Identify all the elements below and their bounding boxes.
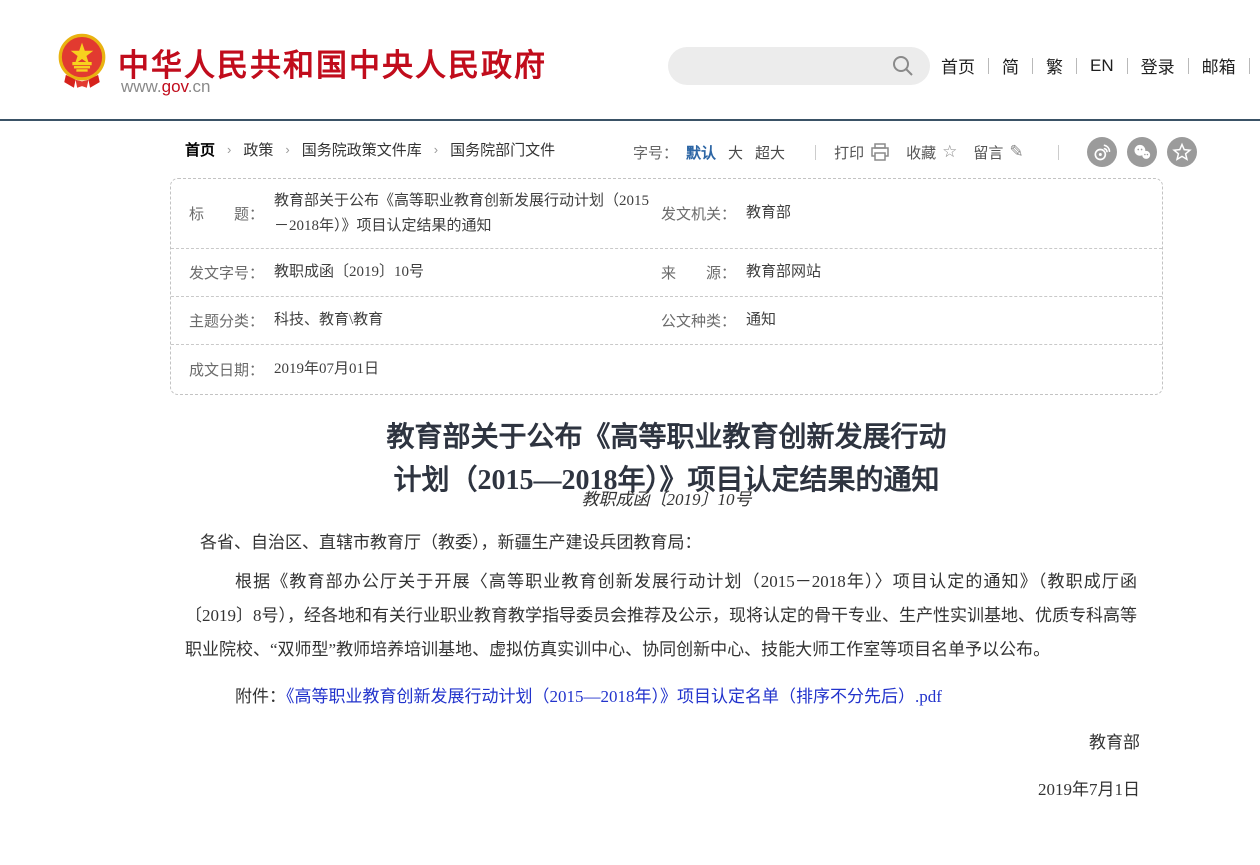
breadcrumb-department-docs[interactable]: 国务院部门文件	[450, 139, 555, 160]
meta-value-category: 科技、教育\教育	[274, 308, 383, 333]
site-header: 中华人民共和国中央人民政府 www.gov.cn 首页 简 繁 EN 登录 邮箱…	[0, 0, 1260, 119]
attachment-line: 附件：《高等职业教育创新发展行动计划（2015—2018年）》项目认定名单（排序…	[185, 682, 1137, 707]
meta-value-source: 教育部网站	[746, 260, 821, 285]
nav-login[interactable]: 登录	[1141, 53, 1175, 78]
meta-label-title: 标 题：	[189, 203, 264, 224]
nav-mail[interactable]: 邮箱	[1202, 53, 1236, 78]
search-icon[interactable]	[892, 55, 914, 77]
article-title-line1: 教育部关于公布《高等职业教育创新发展行动	[170, 416, 1163, 459]
meta-value-title: 教育部关于公布《高等职业教育创新发展行动计划（2015－2018年）》项目认定结…	[274, 189, 661, 239]
article-toolbar: 字号： 默认 大 超大 打印 收藏 ☆ 留言 ✎	[633, 137, 1197, 167]
chevron-right-icon: ›	[434, 142, 438, 157]
favorite-label: 收藏	[906, 142, 936, 163]
national-emblem-logo	[56, 33, 108, 91]
nav-divider	[1076, 58, 1077, 74]
meta-value-issuing-agency: 教育部	[746, 201, 791, 226]
share-weibo-button[interactable]	[1087, 137, 1117, 167]
meta-cell-category: 主题分类： 科技、教育\教育	[189, 308, 661, 333]
meta-cell-source: 来 源： 教育部网站	[661, 260, 1144, 285]
print-button[interactable]: 打印	[834, 142, 890, 163]
comment-label: 留言	[973, 142, 1003, 163]
star-icon: ☆	[942, 142, 957, 162]
nav-english[interactable]: EN	[1090, 56, 1114, 76]
breadcrumb-toolbar-row: 首页 › 政策 › 国务院政策文件库 › 国务院部门文件 字号： 默认 大 超大…	[0, 134, 1260, 166]
meta-value-doc-number: 教职成函〔2019〕10号	[274, 260, 424, 285]
breadcrumb-policy-library[interactable]: 国务院政策文件库	[302, 139, 422, 160]
meta-cell-date: 成文日期： 2019年07月01日	[189, 357, 661, 382]
nav-divider	[988, 58, 989, 74]
meta-cell-issuing-agency: 发文机关： 教育部	[661, 201, 1144, 226]
url-mid: gov	[162, 77, 188, 96]
qzone-star-icon	[1172, 142, 1192, 162]
article-salutation: 各省、自治区、直辖市教育厅（教委），新疆生产建设兵团教育局：	[185, 528, 1137, 553]
chevron-right-icon: ›	[285, 142, 289, 157]
nav-divider	[1249, 58, 1250, 74]
breadcrumb-home[interactable]: 首页	[185, 139, 215, 160]
fontsize-label: 字号：	[633, 142, 678, 163]
nav-traditional[interactable]: 繁	[1046, 53, 1063, 78]
meta-label-doc-type: 公文种类：	[661, 310, 736, 331]
article-date: 2019年7月1日	[170, 775, 1140, 800]
site-url: www.gov.cn	[121, 77, 210, 97]
nav-simplified[interactable]: 简	[1002, 53, 1019, 78]
pencil-icon: ✎	[1009, 142, 1023, 162]
nav-divider	[1127, 58, 1128, 74]
article-main-paragraph: 根据《教育部办公厅关于开展〈高等职业教育创新发展行动计划（2015－2018年）…	[185, 565, 1137, 667]
meta-row-date: 成文日期： 2019年07月01日	[171, 345, 1162, 393]
attachment-pdf-link[interactable]: 《高等职业教育创新发展行动计划（2015—2018年）》项目认定名单（排序不分先…	[286, 687, 942, 706]
meta-label-doc-number: 发文字号：	[189, 262, 264, 283]
meta-row-title: 标 题： 教育部关于公布《高等职业教育创新发展行动计划（2015－2018年）》…	[171, 179, 1162, 249]
toolbar-divider	[1058, 145, 1059, 160]
share-wechat-button[interactable]	[1127, 137, 1157, 167]
meta-row-category: 主题分类： 科技、教育\教育 公文种类： 通知	[171, 297, 1162, 345]
fontsize-default-button[interactable]: 默认	[686, 142, 716, 163]
print-label: 打印	[834, 142, 864, 163]
fontsize-xlarge-button[interactable]: 超大	[755, 142, 785, 163]
fontsize-large-button[interactable]: 大	[728, 142, 743, 163]
top-nav: 首页 简 繁 EN 登录 邮箱 无障碍	[941, 53, 1260, 78]
nav-divider	[1032, 58, 1033, 74]
meta-value-date: 2019年07月01日	[274, 357, 379, 382]
nav-divider	[1188, 58, 1189, 74]
meta-label-category: 主题分类：	[189, 310, 264, 331]
meta-cell-doc-type: 公文种类： 通知	[661, 308, 1144, 333]
url-prefix: www.	[121, 77, 162, 96]
chevron-right-icon: ›	[227, 142, 231, 157]
nav-home[interactable]: 首页	[941, 53, 975, 78]
printer-icon	[870, 143, 890, 161]
meta-cell-doc-number: 发文字号： 教职成函〔2019〕10号	[189, 260, 661, 285]
meta-value-doc-type: 通知	[746, 308, 776, 333]
meta-cell-title: 标 题： 教育部关于公布《高等职业教育创新发展行动计划（2015－2018年）》…	[189, 189, 661, 239]
url-suffix: .cn	[188, 77, 211, 96]
article-doc-number: 教职成函〔2019〕10号	[170, 485, 1163, 510]
article-signer: 教育部	[170, 728, 1140, 753]
document-meta-table: 标 题： 教育部关于公布《高等职业教育创新发展行动计划（2015－2018年）》…	[170, 178, 1163, 395]
weibo-icon	[1092, 142, 1112, 162]
comment-button[interactable]: 留言 ✎	[973, 142, 1023, 163]
breadcrumb: 首页 › 政策 › 国务院政策文件库 › 国务院部门文件	[185, 139, 555, 160]
share-qzone-button[interactable]	[1167, 137, 1197, 167]
wechat-icon	[1132, 142, 1152, 162]
meta-label-issuing-agency: 发文机关：	[661, 203, 736, 224]
toolbar-divider	[815, 145, 816, 160]
favorite-button[interactable]: 收藏 ☆	[906, 142, 957, 163]
meta-row-doc-number: 发文字号： 教职成函〔2019〕10号 来 源： 教育部网站	[171, 249, 1162, 297]
meta-label-date: 成文日期：	[189, 359, 264, 380]
meta-label-source: 来 源：	[661, 262, 736, 283]
attachment-label: 附件：	[235, 687, 286, 706]
breadcrumb-policy[interactable]: 政策	[243, 139, 273, 160]
search-input[interactable]	[668, 47, 930, 85]
header-divider-line	[0, 119, 1260, 121]
